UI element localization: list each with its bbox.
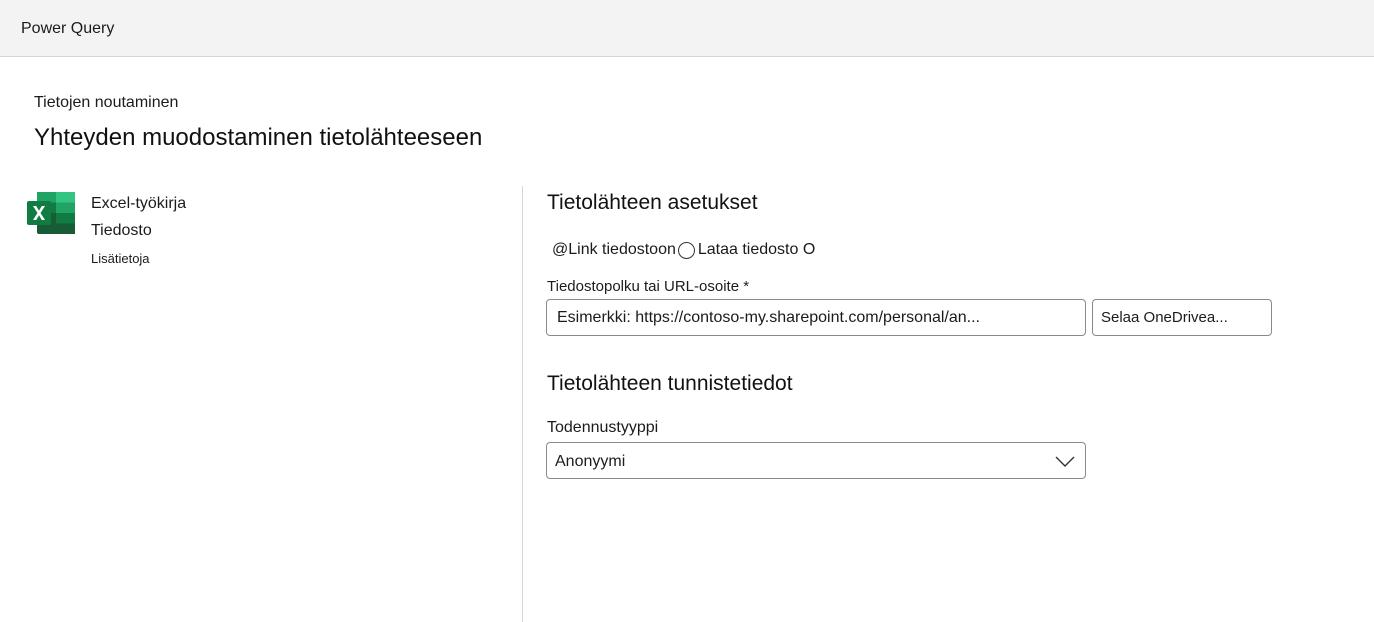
file-path-input[interactable] [546,299,1086,336]
upload-file-radio[interactable]: Lataa tiedosto O [676,241,815,259]
breadcrumb: Tietojen noutaminen [34,94,179,111]
browse-onedrive-button[interactable]: Selaa OneDrivea... [1092,299,1272,336]
link-to-file-radio[interactable]: @Link tiedostoon [552,241,676,259]
excel-workbook-icon [27,192,75,234]
file-path-label: Tiedostopolku tai URL-osoite * [547,278,750,295]
chevron-down-icon [1055,456,1075,467]
radio-circle-icon[interactable] [677,241,695,259]
authentication-type-select[interactable]: Anonyymi [546,442,1086,479]
source-panel: Excel-työkirja Tiedosto Lisätietoja [0,186,522,622]
file-source-radio-group: @Link tiedostoon Lataa tiedosto O [552,240,815,260]
source-name: Excel-työkirja [91,195,187,212]
source-category: Tiedosto [91,222,152,239]
credentials-section-title: Tietolähteen tunnistetiedot [547,372,793,395]
authentication-type-label: Todennustyyppi [547,419,659,436]
settings-section-title: Tietolähteen asetukset [547,191,758,214]
link-to-file-label: @Link tiedostoon [552,241,676,258]
page-title: Yhteyden muodostaminen tietolähteeseen [34,124,483,151]
upload-file-label: Lataa tiedosto O [697,241,816,258]
authentication-type-value: Anonyymi [555,453,626,470]
title-bar: Power Query [0,0,1374,57]
app-title: Power Query [21,20,115,37]
panel-divider [522,186,523,622]
learn-more-link[interactable]: Lisätietoja [91,251,150,266]
